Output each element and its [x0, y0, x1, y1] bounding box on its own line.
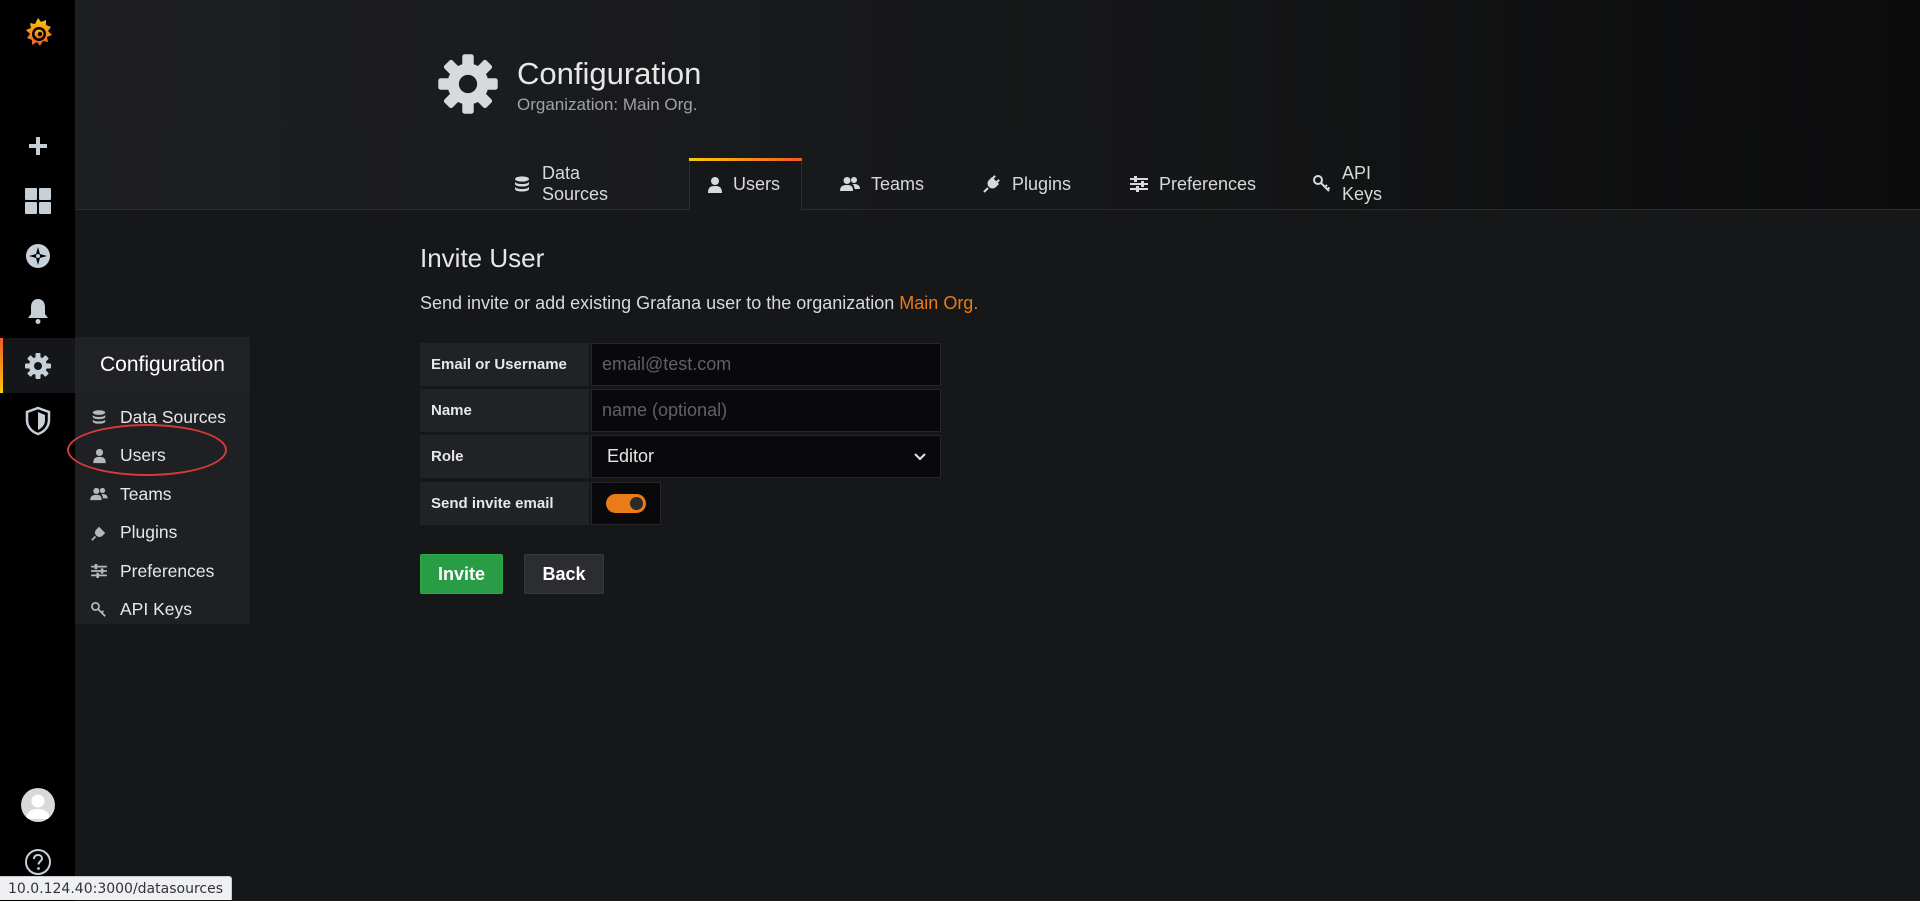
- invite-title: Invite User: [420, 243, 545, 273]
- page-header: Configuration Organization: Main Org. Da…: [75, 0, 1920, 211]
- send-email-row: Send invite email: [420, 482, 661, 525]
- role-value: Editor: [607, 446, 655, 466]
- invite-description: Send invite or add existing Grafana user…: [420, 293, 978, 314]
- invite-button[interactable]: Invite: [420, 554, 503, 594]
- browser-status-url: 10.0.124.40:3000/datasources: [0, 876, 232, 900]
- key-icon: [1313, 175, 1331, 193]
- dropdown-title[interactable]: Configuration: [75, 337, 250, 393]
- dropdown-item-users[interactable]: Users: [75, 437, 250, 476]
- tab-teams[interactable]: Teams: [822, 158, 942, 210]
- dropdown-item-label: Data Sources: [120, 406, 227, 427]
- sliders-icon: [90, 564, 108, 579]
- role-select[interactable]: Editor: [591, 435, 941, 478]
- send-email-toggle-box[interactable]: [591, 482, 661, 525]
- back-button[interactable]: Back: [524, 554, 604, 594]
- tab-plugins[interactable]: Plugins: [965, 158, 1089, 210]
- email-row: Email or Username: [420, 343, 941, 386]
- plug-icon: [983, 175, 1001, 193]
- email-label: Email or Username: [420, 343, 589, 386]
- dropdown-item-label: Teams: [120, 483, 172, 504]
- name-row: Name: [420, 389, 941, 432]
- configuration-gear-icon[interactable]: [0, 338, 75, 393]
- invite-description-text: Send invite or add existing Grafana user…: [420, 293, 900, 313]
- tab-label: Users: [733, 174, 781, 194]
- users-icon: [90, 487, 108, 501]
- role-label: Role: [420, 435, 589, 478]
- dropdown-item-label: Users: [120, 445, 166, 466]
- user-icon: [708, 176, 722, 194]
- dropdown-item-label: Preferences: [120, 560, 215, 581]
- name-field[interactable]: [591, 389, 941, 432]
- configuration-dropdown: Configuration Data Sources Users Teams P…: [75, 337, 250, 624]
- org-name-link[interactable]: Main Org.: [899, 293, 978, 313]
- send-email-label: Send invite email: [420, 482, 589, 525]
- dropdown-item-label: Plugins: [120, 522, 178, 543]
- page-subtitle: Organization: Main Org.: [517, 95, 698, 114]
- alerting-bell-icon[interactable]: [0, 283, 75, 338]
- grafana-logo-icon[interactable]: [0, 6, 75, 62]
- tab-preferences[interactable]: Preferences: [1112, 158, 1274, 210]
- dropdown-item-data-sources[interactable]: Data Sources: [75, 398, 250, 437]
- tab-label: Plugins: [1012, 173, 1072, 194]
- tab-label: Data Sources: [542, 163, 609, 204]
- dropdown-item-label: API Keys: [120, 599, 192, 620]
- tab-label: Teams: [871, 173, 925, 194]
- tab-label: Preferences: [1159, 173, 1257, 194]
- dropdown-item-plugins[interactable]: Plugins: [75, 514, 250, 553]
- dropdown-item-preferences[interactable]: Preferences: [75, 552, 250, 591]
- name-label: Name: [420, 389, 589, 432]
- role-row: Role Editor: [420, 435, 941, 478]
- dropdown-item-teams[interactable]: Teams: [75, 475, 250, 514]
- key-icon: [90, 601, 108, 618]
- database-icon: [90, 409, 108, 425]
- dropdown-item-api-keys[interactable]: API Keys: [75, 591, 250, 630]
- users-icon: [840, 176, 860, 192]
- page-title: Configuration: [517, 56, 702, 91]
- configuration-gear-icon: [436, 52, 500, 121]
- create-plus-icon[interactable]: [0, 118, 75, 173]
- database-icon: [513, 175, 531, 193]
- server-admin-shield-icon[interactable]: [0, 393, 75, 448]
- sliders-icon: [1130, 176, 1148, 192]
- chevron-down-icon: [913, 446, 927, 467]
- tab-api-keys[interactable]: API Keys: [1295, 158, 1400, 210]
- plug-icon: [90, 525, 108, 541]
- user-icon: [90, 448, 108, 464]
- dashboards-grid-icon[interactable]: [0, 173, 75, 228]
- user-avatar[interactable]: [21, 788, 55, 822]
- email-field[interactable]: [591, 343, 941, 386]
- send-email-toggle[interactable]: [606, 494, 646, 513]
- explore-compass-icon[interactable]: [0, 228, 75, 283]
- tab-users[interactable]: Users: [689, 158, 802, 211]
- side-menu: [0, 0, 75, 901]
- tab-label: API Keys: [1342, 163, 1383, 204]
- tab-data-sources[interactable]: Data Sources: [495, 158, 626, 210]
